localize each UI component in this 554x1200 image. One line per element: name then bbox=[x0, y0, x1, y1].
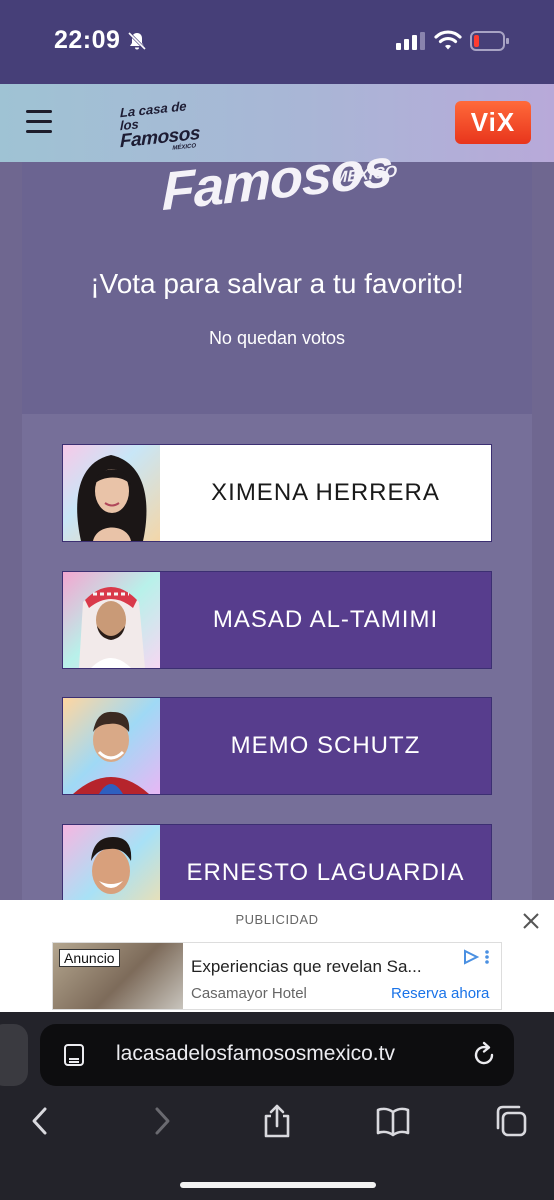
battery-low-icon bbox=[470, 31, 509, 51]
ad-panel: PUBLICIDAD Anuncio Experiencias que reve… bbox=[0, 900, 554, 1012]
ad-cta-link[interactable]: Reserva ahora bbox=[391, 985, 489, 1002]
vote-subtitle: No quedan votos bbox=[208, 328, 346, 348]
candidate-photo bbox=[63, 445, 160, 541]
previous-tab-preview[interactable] bbox=[0, 1024, 28, 1086]
reload-icon[interactable] bbox=[470, 1041, 498, 1069]
ad-title: Experiencias que revelan Sa... bbox=[191, 957, 422, 976]
back-icon[interactable] bbox=[24, 1104, 58, 1138]
candidate-card[interactable]: XIMENA HERRERA bbox=[62, 444, 492, 542]
ad-image: Anuncio bbox=[53, 943, 183, 1009]
hamburger-menu-icon[interactable] bbox=[26, 110, 52, 134]
status-bar: 22:09 bbox=[0, 0, 554, 84]
signal-icon bbox=[396, 32, 425, 50]
candidate-name: MASAD AL-TAMIMI bbox=[160, 572, 491, 668]
ad-card[interactable]: Anuncio Experiencias que revelan Sa... C… bbox=[52, 942, 502, 1010]
site-logo[interactable]: La casa de los Famosos MÉXICO bbox=[120, 98, 202, 152]
forward-icon[interactable] bbox=[144, 1104, 178, 1138]
url-text: lacasadelosfamososmexico.tv bbox=[116, 1042, 395, 1065]
candidate-list: XIMENA HERRERA MASAD AL-TAMIMI MEMO SCHU… bbox=[22, 414, 532, 922]
adchoices-icon[interactable] bbox=[463, 949, 493, 965]
address-bar[interactable]: lacasadelosfamososmexico.tv bbox=[40, 1024, 514, 1086]
candidate-photo bbox=[63, 572, 160, 668]
candidate-photo bbox=[63, 698, 160, 794]
tabs-icon[interactable] bbox=[494, 1104, 528, 1138]
vix-button[interactable]: ViX bbox=[455, 101, 531, 144]
home-indicator bbox=[180, 1182, 376, 1188]
candidate-name: MEMO SCHUTZ bbox=[160, 698, 491, 794]
page-menu-icon[interactable] bbox=[62, 1043, 86, 1067]
candidate-card[interactable]: MASAD AL-TAMIMI bbox=[62, 571, 492, 669]
bell-muted-icon bbox=[127, 31, 147, 51]
bookmarks-icon[interactable] bbox=[376, 1104, 410, 1138]
ad-badge: Anuncio bbox=[59, 949, 120, 967]
ad-label: PUBLICIDAD bbox=[235, 912, 319, 927]
candidate-card[interactable]: MEMO SCHUTZ bbox=[62, 697, 492, 795]
share-icon[interactable] bbox=[260, 1104, 294, 1138]
status-time: 22:09 bbox=[54, 26, 121, 54]
close-icon[interactable] bbox=[520, 910, 542, 932]
candidate-name: XIMENA HERRERA bbox=[160, 445, 491, 541]
browser-toolbar: lacasadelosfamososmexico.tv bbox=[0, 1012, 554, 1200]
wifi-icon bbox=[434, 30, 462, 50]
vote-title: ¡Vota para salvar a tu favorito! bbox=[90, 268, 464, 299]
ad-advertiser: Casamayor Hotel bbox=[191, 985, 307, 1002]
vote-section: Famosos MÉXICO ¡Vota para salvar a tu fa… bbox=[22, 138, 532, 922]
